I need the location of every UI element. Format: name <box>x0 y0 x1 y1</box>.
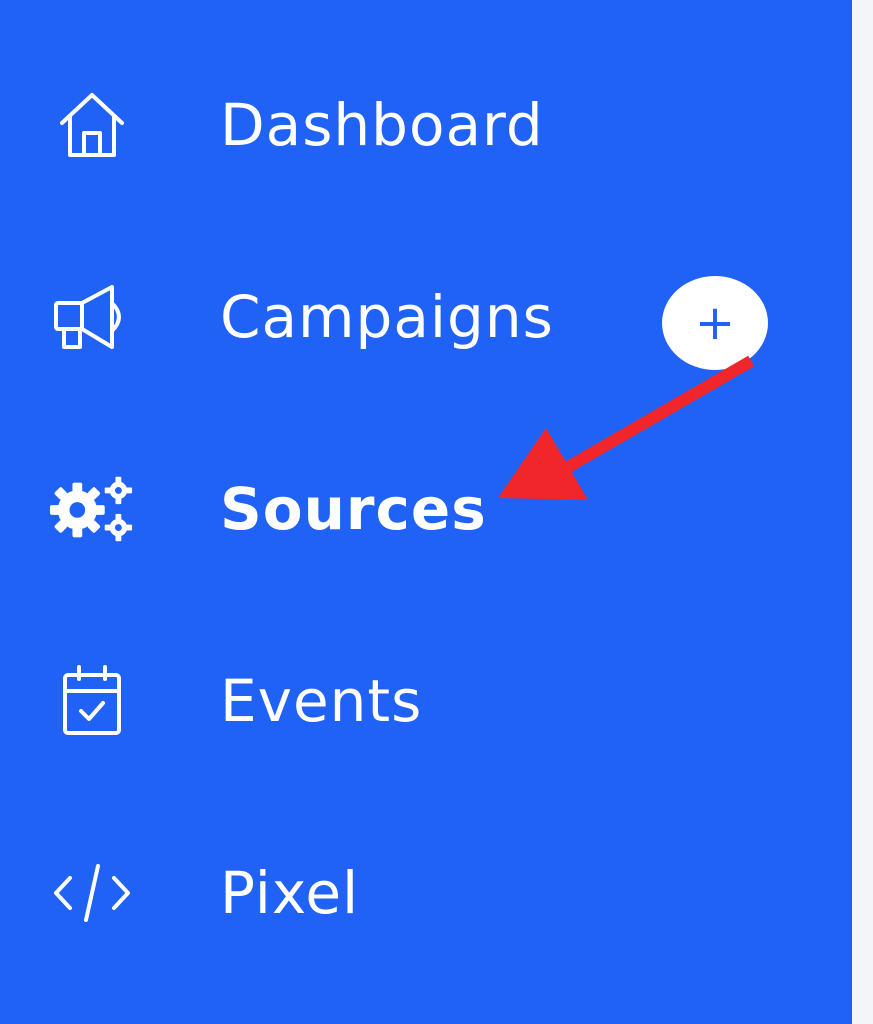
sidebar: Dashboard Campaigns + Sources Events Pix… <box>0 0 852 1024</box>
plus-icon: + <box>694 295 736 351</box>
sidebar-item-events[interactable]: Events <box>0 646 640 756</box>
megaphone-icon <box>48 277 136 357</box>
sidebar-item-campaigns[interactable]: Campaigns <box>0 262 640 372</box>
sidebar-item-sources[interactable]: Sources <box>0 454 640 564</box>
sidebar-item-label: Sources <box>220 475 487 543</box>
sidebar-item-label: Events <box>220 667 423 735</box>
content-area-edge <box>852 0 873 1024</box>
gears-icon <box>48 469 136 549</box>
sidebar-item-label: Campaigns <box>220 283 554 351</box>
calendar-check-icon <box>48 661 136 741</box>
add-campaign-button[interactable]: + <box>662 276 768 370</box>
home-icon <box>48 85 136 165</box>
code-icon <box>48 853 136 933</box>
sidebar-item-dashboard[interactable]: Dashboard <box>0 70 640 180</box>
sidebar-item-pixel[interactable]: Pixel <box>0 838 640 948</box>
sidebar-item-label: Pixel <box>220 859 360 927</box>
sidebar-item-label: Dashboard <box>220 91 544 159</box>
